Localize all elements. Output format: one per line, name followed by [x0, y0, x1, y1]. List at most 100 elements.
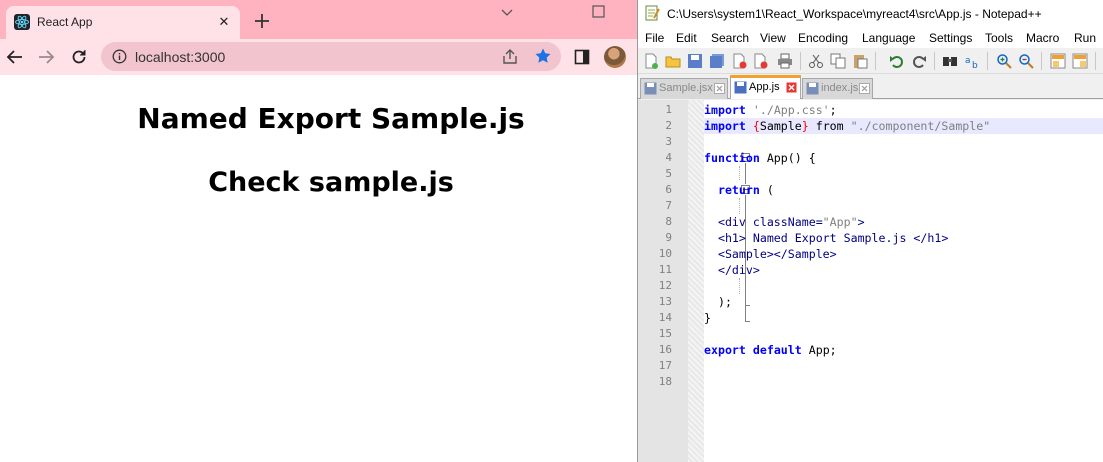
copy-icon[interactable] — [830, 53, 846, 69]
code-line-6[interactable]: return ( — [704, 182, 1103, 198]
browser-tab-react-app[interactable]: React App ✕ — [6, 6, 240, 39]
browser-tabstrip: React App ✕ — [0, 0, 637, 39]
line-number: 7 — [665, 199, 672, 212]
menu-search[interactable]: Search — [711, 31, 749, 45]
site-info-icon[interactable] — [112, 49, 127, 64]
code-token: </div> — [717, 263, 760, 277]
code-token: import — [704, 119, 746, 133]
page-subheading: Check sample.js — [208, 167, 454, 198]
tab-close-icon[interactable] — [859, 83, 870, 94]
svg-text:b: b — [972, 61, 978, 69]
save-icon[interactable] — [687, 53, 703, 69]
code-line-8[interactable]: <div className="App"> — [704, 214, 1103, 230]
indent-guide — [739, 166, 740, 180]
replace-icon[interactable]: ab — [964, 53, 980, 69]
url-text[interactable]: localhost:3000 — [135, 49, 225, 65]
tab-index-js[interactable]: index.js — [802, 78, 873, 99]
tab-search-chevron-icon[interactable] — [498, 4, 516, 20]
new-tab-plus-icon[interactable] — [253, 12, 271, 30]
open-file-icon[interactable] — [665, 53, 681, 69]
forward-arrow-icon[interactable] — [37, 48, 55, 66]
menu-run[interactable]: Run — [1074, 31, 1096, 45]
profile-avatar[interactable] — [604, 46, 626, 68]
notepad-plus-plus-window: C:\Users\system1\React_Workspace\myreact… — [637, 0, 1103, 462]
code-line-1[interactable]: import './App.css'; — [704, 102, 1103, 118]
code-editor[interactable]: 1 2 3 4 5 6 7 8 9 10 11 12 13 14 15 16 1… — [638, 100, 1103, 462]
undo-icon[interactable] — [889, 53, 905, 69]
cut-icon[interactable] — [808, 53, 824, 69]
tab-close-icon[interactable] — [786, 82, 797, 93]
code-token: from — [815, 119, 844, 133]
code-line-4[interactable]: function App() { — [704, 150, 1103, 166]
zoom-in-icon[interactable] — [996, 53, 1012, 69]
sync-vertical-icon[interactable] — [1050, 53, 1066, 69]
code-token: import — [704, 103, 746, 117]
reload-icon[interactable] — [70, 48, 88, 66]
code-token: Sample — [759, 119, 802, 133]
menu-tools[interactable]: Tools — [985, 31, 1013, 45]
menu-encoding[interactable]: Encoding — [798, 31, 848, 45]
menu-edit[interactable]: Edit — [676, 31, 697, 45]
line-number: 5 — [665, 167, 672, 180]
menu-macro[interactable]: Macro — [1026, 31, 1059, 45]
code-line-9[interactable]: <h1> Named Export Sample.js </h1> — [704, 230, 1103, 246]
tab-close-icon[interactable] — [714, 83, 725, 94]
new-file-icon[interactable] — [643, 53, 659, 69]
code-token: export — [704, 343, 746, 357]
line-number: 4 — [665, 151, 672, 164]
menu-settings[interactable]: Settings — [929, 31, 972, 45]
line-number: 6 — [665, 183, 672, 196]
code-token: } — [801, 119, 809, 133]
redo-icon[interactable] — [911, 53, 927, 69]
tab-close-icon[interactable]: ✕ — [216, 14, 232, 30]
line-number: 14 — [658, 311, 672, 324]
react-logo-icon — [14, 14, 30, 30]
close-file-icon[interactable] — [731, 53, 747, 69]
tab-sample-jsx[interactable]: Sample.jsx — [640, 78, 728, 99]
toolbar-separator — [875, 52, 876, 70]
code-line-2[interactable]: import {Sample} from "./component/Sample… — [704, 118, 1103, 134]
code-token: ); — [717, 295, 732, 309]
tab-app-js[interactable]: App.js — [730, 75, 801, 99]
menu-language[interactable]: Language — [862, 31, 915, 45]
sync-horizontal-icon[interactable] — [1072, 53, 1088, 69]
menu-view[interactable]: View — [760, 31, 786, 45]
toolbar-separator — [1041, 52, 1042, 70]
find-icon[interactable] — [942, 53, 958, 69]
code-token: <h1> Named Export Sample.js </h1> — [717, 231, 949, 245]
code-line-10[interactable]: <Sample></Sample> — [704, 246, 1103, 262]
code-token: ; — [829, 103, 837, 117]
line-number: 15 — [658, 327, 672, 340]
back-arrow-icon[interactable] — [6, 48, 24, 66]
maximize-window-icon[interactable] — [590, 4, 608, 20]
save-all-icon[interactable] — [709, 53, 725, 69]
menu-file[interactable]: File — [645, 31, 664, 45]
zoom-out-icon[interactable] — [1018, 53, 1034, 69]
code-line-11[interactable]: </div> — [704, 262, 1103, 278]
code-token: App() { — [759, 151, 816, 165]
code-line-13[interactable]: ); — [704, 294, 1103, 310]
line-number: 18 — [658, 375, 672, 388]
tab-label: index.js — [821, 82, 859, 94]
share-icon[interactable] — [501, 48, 519, 66]
line-number: 12 — [658, 279, 672, 292]
code-token: <Sample></Sample> — [717, 247, 837, 261]
code-token: } — [704, 311, 711, 325]
npp-toolbar: ab — [638, 48, 1103, 74]
bookmark-star-icon[interactable] — [534, 47, 552, 65]
address-bar[interactable]: localhost:3000 — [101, 42, 561, 71]
toolbar-separator — [800, 52, 801, 70]
paste-icon[interactable] — [852, 53, 868, 69]
saved-file-icon — [806, 82, 819, 95]
print-icon[interactable] — [777, 53, 793, 69]
menu-bar: File Edit Search View Encoding Language … — [638, 28, 1103, 48]
tab-label: App.js — [749, 81, 780, 93]
line-number: 9 — [665, 231, 672, 244]
code-line-16[interactable]: export default App; — [704, 342, 1103, 358]
code-line-14[interactable]: } — [704, 310, 1103, 326]
code-token: "App" — [822, 215, 858, 229]
notepad-app-icon — [645, 5, 660, 21]
side-panel-icon[interactable] — [574, 49, 590, 65]
line-number: 17 — [658, 359, 672, 372]
close-all-icon[interactable] — [753, 53, 769, 69]
